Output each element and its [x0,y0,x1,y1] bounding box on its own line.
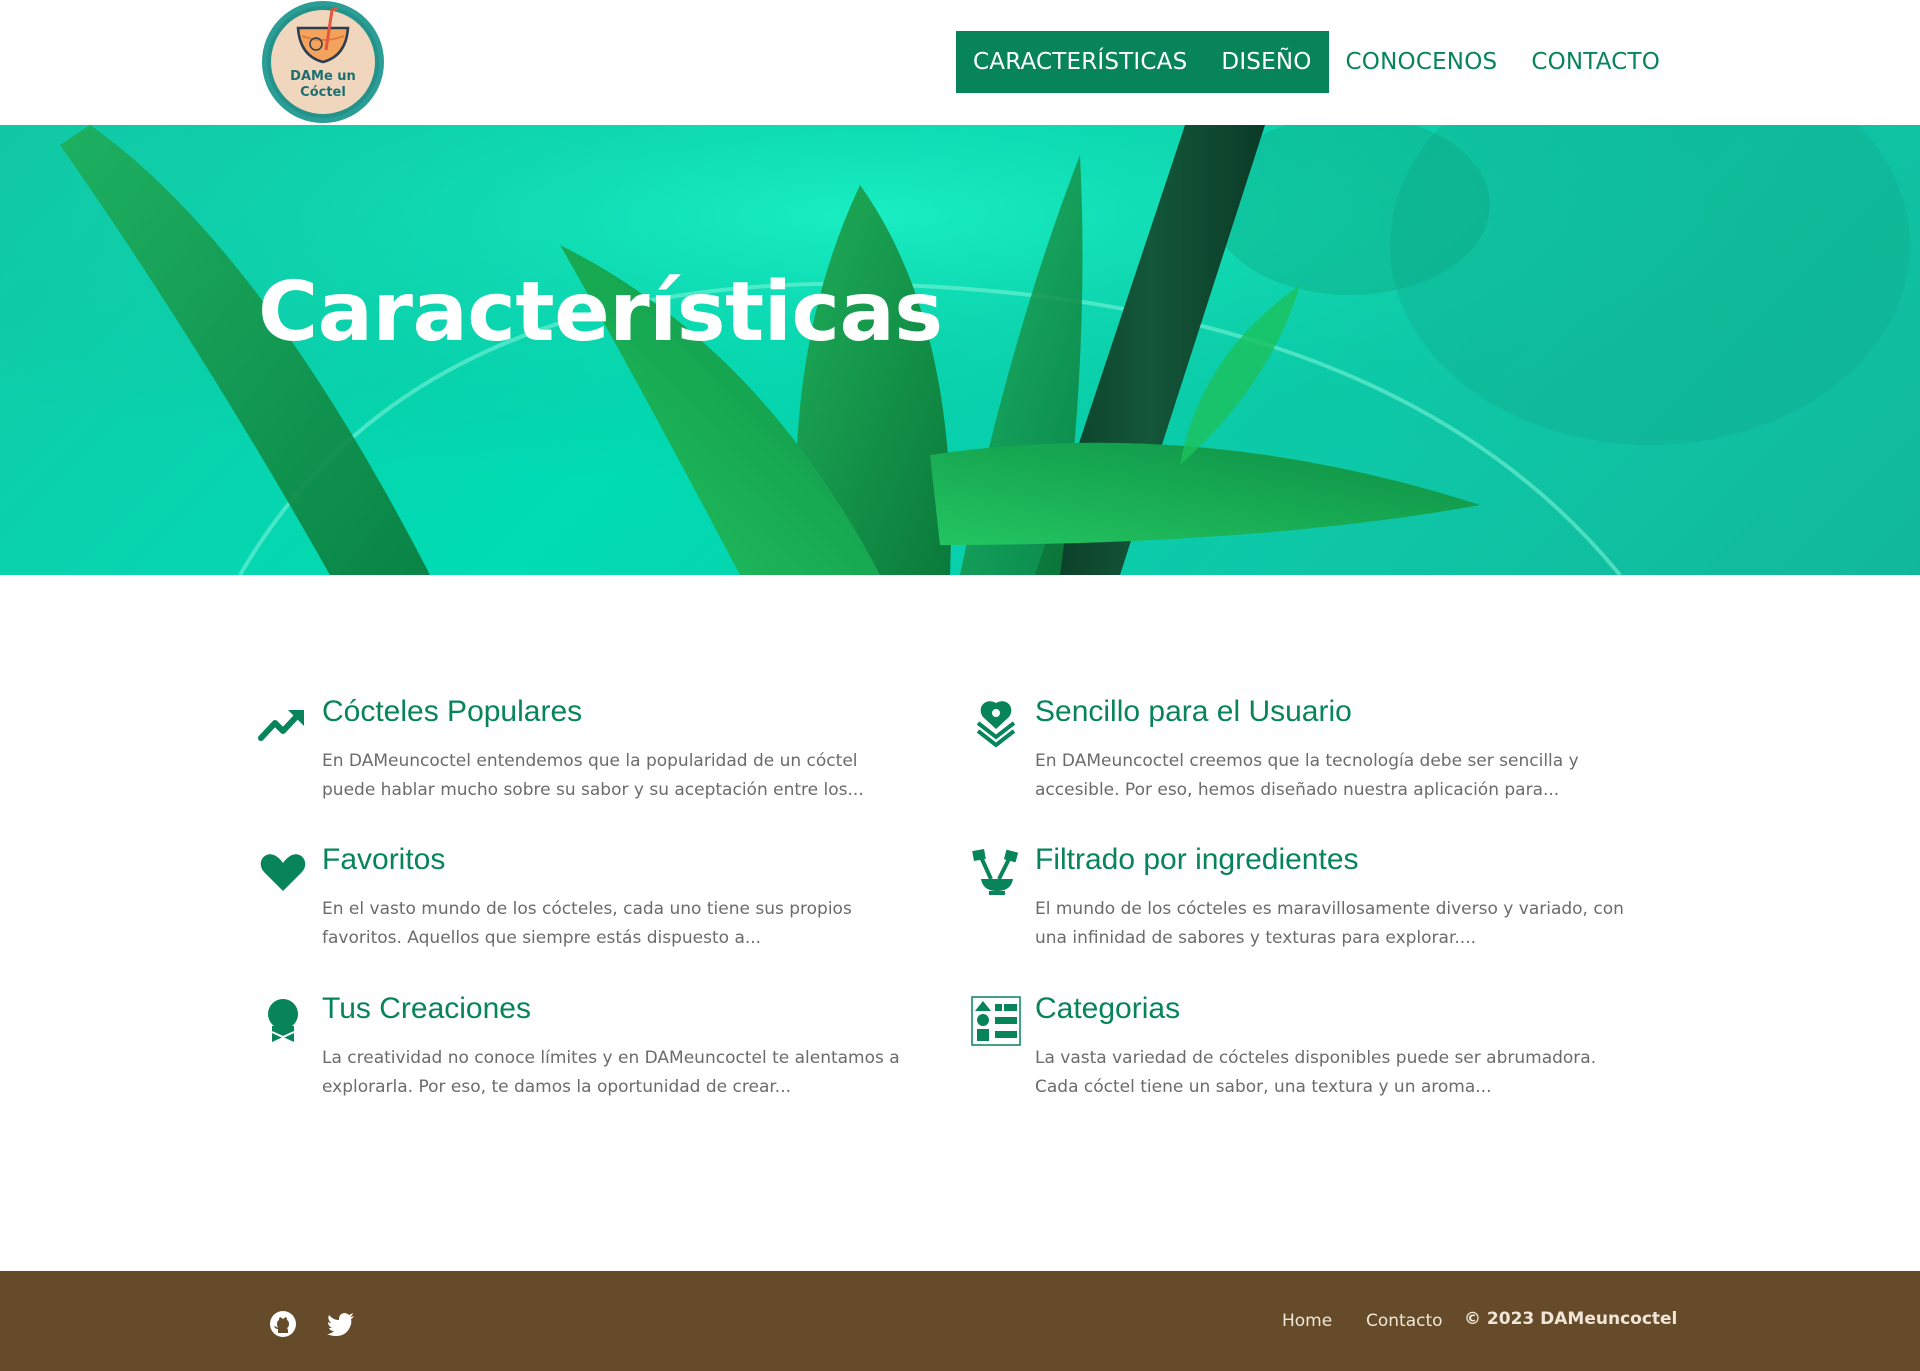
feature-description: En DAMeuncoctel creemos que la tecnologí… [1035,751,1579,800]
feature-item[interactable]: Favoritos En el vasto mundo de los cócte… [258,843,908,953]
trending-up-icon [258,710,304,741]
feature-title: Filtrado por ingredientes [1035,843,1359,876]
logo-text-line1: DAMe un [290,69,356,84]
footer-link-contacto[interactable]: Contacto [1366,1311,1443,1331]
feature-title: Categorias [1035,992,1181,1025]
feature-item[interactable]: Tus Creaciones La creatividad no conoce … [258,992,908,1102]
main-nav: CARACTERÍSTICAS DISEÑO CONOCENOS CONTACT… [956,31,1677,93]
mortar-pestle-icon [972,849,1019,895]
category-list-icon [971,996,1021,1046]
heart-icon [260,854,306,891]
feature-title: Cócteles Populares [322,695,583,728]
features-grid: Cócteles Populares En DAMeuncoctel enten… [258,695,1648,1115]
cocktail-glass-logo-icon: DAMe un Cóctel [262,1,384,123]
brand-logo[interactable]: DAMe un Cóctel [260,0,386,124]
feature-description: En el vasto mundo de los cócteles, cada … [322,899,852,948]
nav-item-contacto[interactable]: CONTACTO [1514,31,1677,93]
page-title: Características [258,265,943,360]
feature-description: La creatividad no conoce límites y en DA… [322,1048,900,1097]
feature-title: Sencillo para el Usuario [1035,695,1352,728]
github-icon[interactable] [268,1309,298,1339]
layers-heart-pin-icon [976,701,1016,748]
nav-item-diseno[interactable]: DISEÑO [1204,31,1329,93]
copyright-text: © 2023 DAMeuncoctel [1464,1309,1678,1329]
feature-item[interactable]: Filtrado por ingredientes El mundo de lo… [971,843,1624,953]
feature-description: La vasta variedad de cócteles disponible… [1035,1048,1597,1097]
feature-title: Tus Creaciones [322,992,531,1025]
feature-item[interactable]: Cócteles Populares En DAMeuncoctel enten… [258,695,908,805]
twitter-icon[interactable] [326,1309,356,1339]
site-footer: Home Contacto © 2023 DAMeuncoctel [0,1271,1920,1371]
feature-description: El mundo de los cócteles es maravillosam… [1035,899,1624,948]
feature-item[interactable]: Categorias La vasta variedad de cócteles… [971,992,1621,1102]
feature-item[interactable]: Sencillo para el Usuario En DAMeuncoctel… [971,695,1621,805]
footer-link-home[interactable]: Home [1282,1311,1332,1331]
feature-description: En DAMeuncoctel entendemos que la popula… [322,751,864,800]
nav-item-conocenos[interactable]: CONOCENOS [1329,31,1515,93]
nav-item-caracteristicas[interactable]: CARACTERÍSTICAS [956,31,1205,93]
site-header: DAMe un Cóctel CARACTERÍSTICAS DISEÑO CO… [0,0,1920,125]
award-ribbon-icon [268,999,298,1042]
feature-title: Favoritos [322,843,446,876]
logo-text-line2: Cóctel [300,85,346,100]
hero-banner: Características [0,125,1920,575]
